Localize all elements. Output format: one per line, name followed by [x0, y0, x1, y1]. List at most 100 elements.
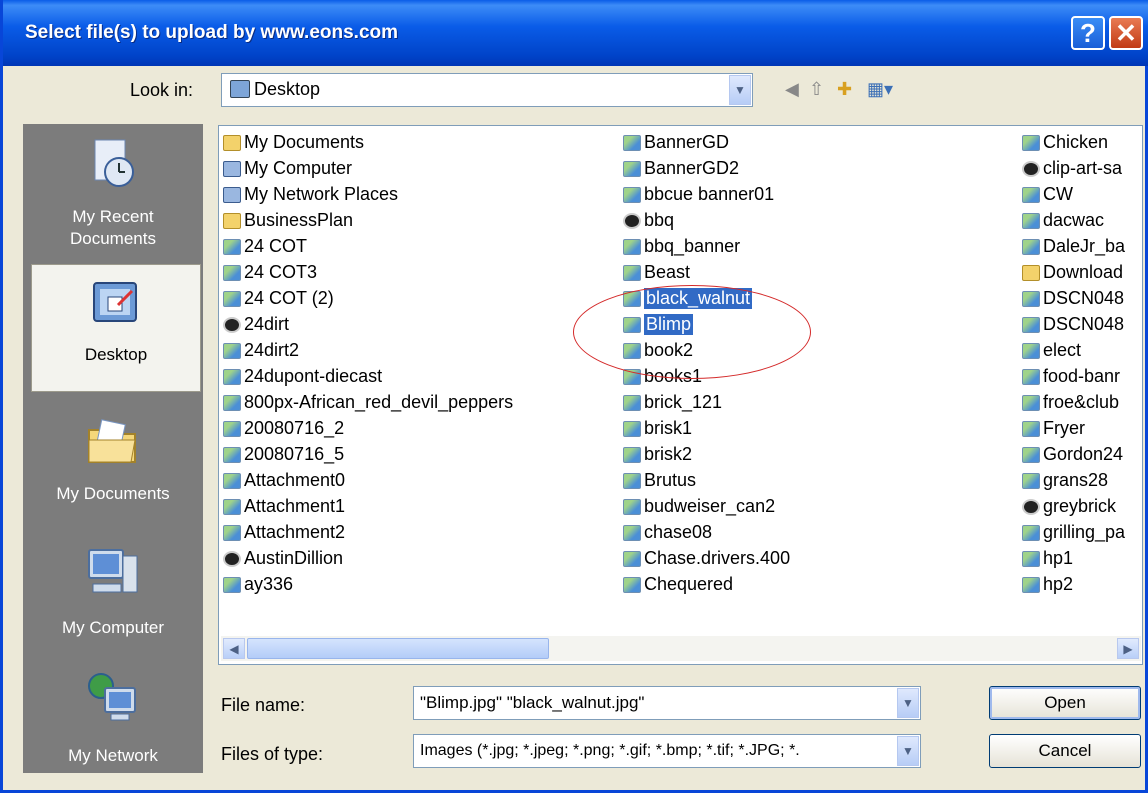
file-item[interactable]: elect [1022, 338, 1081, 363]
file-name: greybrick [1043, 496, 1117, 516]
my-documents-icon [88, 419, 136, 463]
place-label: My Documents [56, 484, 170, 503]
window-title: Select file(s) to upload by www.eons.com [25, 22, 399, 43]
file-item[interactable]: Attachment0 [223, 468, 345, 493]
file-item[interactable]: BannerGD2 [623, 156, 739, 181]
file-item[interactable]: DSCN048 [1022, 312, 1124, 337]
image-file-icon [1022, 368, 1040, 385]
file-type-dropdown[interactable]: Images (*.jpg; *.jpeg; *.png; *.gif; *.b… [413, 734, 921, 768]
image-file-icon [623, 134, 641, 151]
file-item[interactable]: froe&club [1022, 390, 1119, 415]
file-item[interactable]: 24 COT [223, 234, 307, 259]
help-icon: ? [1080, 17, 1096, 48]
scrollbar-thumb[interactable] [247, 638, 549, 659]
file-name: Chequered [644, 574, 734, 594]
place-my-documents[interactable]: My Documents [23, 400, 203, 522]
place-my-network[interactable]: My Network [23, 664, 203, 773]
file-list[interactable]: My Documents My Computer My Network Places… [218, 125, 1143, 665]
file-item[interactable]: Brutus [623, 468, 696, 493]
image-file-icon [1022, 134, 1040, 151]
file-type-value: Images (*.jpg; *.jpeg; *.png; *.gif; *.b… [420, 742, 800, 759]
file-item[interactable]: AustinDillion [223, 546, 343, 571]
chevron-down-icon[interactable]: ▼ [729, 75, 751, 105]
file-item[interactable]: grans28 [1022, 468, 1108, 493]
close-button[interactable]: ✕ [1109, 16, 1143, 50]
file-name: elect [1043, 340, 1082, 360]
file-item[interactable]: Attachment1 [223, 494, 345, 519]
image-file-icon [623, 238, 641, 255]
place-my-recent-documents[interactable]: My Recent Documents [23, 124, 203, 248]
file-item[interactable]: greybrick [1022, 494, 1116, 519]
file-item[interactable]: bbq [623, 208, 674, 233]
file-item[interactable]: 24 COT (2) [223, 286, 334, 311]
file-type-label: Files of type: [221, 744, 324, 764]
file-item[interactable]: food-banr [1022, 364, 1120, 389]
file-name: grans28 [1043, 470, 1109, 490]
file-item[interactable]: bbcue banner01 [623, 182, 774, 207]
title-bar[interactable]: Select file(s) to upload by www.eons.com… [3, 0, 1148, 66]
file-item[interactable]: Attachment2 [223, 520, 345, 545]
file-item[interactable]: brisk2 [623, 442, 692, 467]
file-name-input[interactable]: "Blimp.jpg" "black_walnut.jpg" ▼ [413, 686, 921, 720]
file-item[interactable]: BusinessPlan [223, 208, 353, 233]
scroll-right-icon[interactable]: ▶ [1117, 638, 1139, 659]
back-icon[interactable]: ◀ [785, 79, 799, 100]
scroll-left-icon[interactable]: ◀ [223, 638, 245, 659]
help-button[interactable]: ? [1071, 16, 1105, 50]
file-item[interactable]: clip-art-sa [1022, 156, 1122, 181]
chevron-down-icon[interactable]: ▼ [897, 736, 919, 766]
look-in-dropdown[interactable]: Desktop ▼ [221, 73, 753, 107]
image-file-icon [223, 264, 241, 281]
file-name: My Documents [244, 132, 365, 152]
file-item[interactable]: 24 COT3 [223, 260, 317, 285]
file-item[interactable]: Download [1022, 260, 1123, 285]
file-item[interactable]: Gordon24 [1022, 442, 1123, 467]
file-item[interactable]: My Documents [223, 130, 364, 155]
file-item[interactable]: My Network Places [223, 182, 398, 207]
file-name: Attachment2 [244, 522, 346, 542]
file-item[interactable]: chase08 [623, 520, 712, 545]
file-item[interactable]: DaleJr_ba [1022, 234, 1125, 259]
file-item[interactable]: bbq_banner [623, 234, 740, 259]
place-desktop[interactable]: Desktop [31, 264, 201, 392]
image-file-icon [223, 420, 241, 437]
up-folder-icon[interactable]: ⇧ [809, 79, 824, 100]
horizontal-scrollbar[interactable]: ◀ ▶ [221, 636, 1141, 661]
chevron-down-icon[interactable]: ▼ [897, 688, 919, 718]
file-item[interactable]: dacwac [1022, 208, 1104, 233]
new-folder-icon[interactable]: ✚ [837, 79, 852, 100]
file-item[interactable]: budweiser_can2 [623, 494, 775, 519]
file-item[interactable]: hp1 [1022, 546, 1073, 571]
folder-icon [223, 212, 241, 229]
annotation-circle [573, 285, 811, 379]
file-item[interactable]: Chicken [1022, 130, 1108, 155]
file-item[interactable]: ay336 [223, 572, 293, 597]
file-item[interactable]: 20080716_5 [223, 442, 344, 467]
file-item[interactable]: Chase.drivers.400 [623, 546, 790, 571]
file-item[interactable]: 800px-African_red_devil_peppers [223, 390, 513, 415]
file-item[interactable]: 24dupont-diecast [223, 364, 382, 389]
file-name: 24dirt [244, 314, 290, 334]
file-item[interactable]: grilling_pa [1022, 520, 1125, 545]
file-item[interactable]: 24dirt2 [223, 338, 299, 363]
file-item[interactable]: CW [1022, 182, 1073, 207]
file-item[interactable]: 24dirt [223, 312, 289, 337]
place-my-computer[interactable]: My Computer [23, 534, 203, 656]
file-name: My Computer [244, 158, 353, 178]
file-item[interactable]: BannerGD [623, 130, 729, 155]
file-item[interactable]: Fryer [1022, 416, 1085, 441]
open-button[interactable]: Open [989, 686, 1141, 720]
file-item[interactable]: 20080716_2 [223, 416, 344, 441]
file-item[interactable]: DSCN048 [1022, 286, 1124, 311]
view-menu-icon[interactable]: ▦▾ [867, 79, 893, 100]
cancel-button[interactable]: Cancel [989, 734, 1141, 768]
file-item[interactable]: Chequered [623, 572, 733, 597]
file-item[interactable]: brick_121 [623, 390, 722, 415]
file-item[interactable]: hp2 [1022, 572, 1073, 597]
file-item[interactable]: Beast [623, 260, 690, 285]
image-file-icon [1022, 446, 1040, 463]
file-item[interactable]: brisk1 [623, 416, 692, 441]
image-file-icon [623, 524, 641, 541]
file-item[interactable]: My Computer [223, 156, 352, 181]
file-name: chase08 [644, 522, 713, 542]
